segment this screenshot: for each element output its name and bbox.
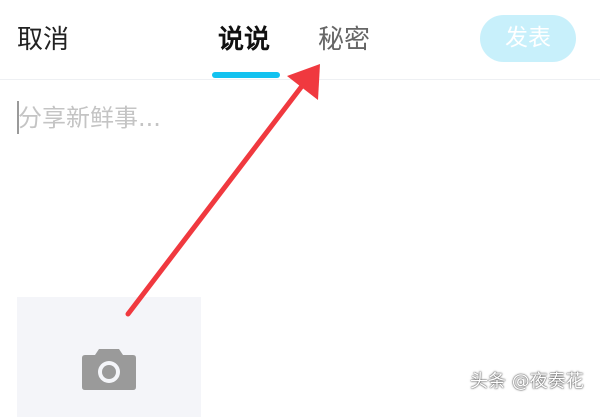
active-tab-indicator: [212, 72, 280, 78]
camera-icon: [82, 349, 136, 390]
watermark: 头条 @夜奏花: [470, 371, 584, 392]
top-bar: 取消 说说 秘密 发表: [0, 0, 600, 80]
tab-shuoshuo[interactable]: 说说: [218, 22, 270, 58]
add-photo-tile[interactable]: [17, 297, 201, 417]
cancel-button[interactable]: 取消: [17, 22, 69, 58]
text-caret: [17, 101, 19, 134]
post-text-input[interactable]: [12, 96, 588, 216]
publish-button[interactable]: 发表: [480, 15, 576, 62]
tab-secret[interactable]: 秘密: [318, 22, 370, 58]
